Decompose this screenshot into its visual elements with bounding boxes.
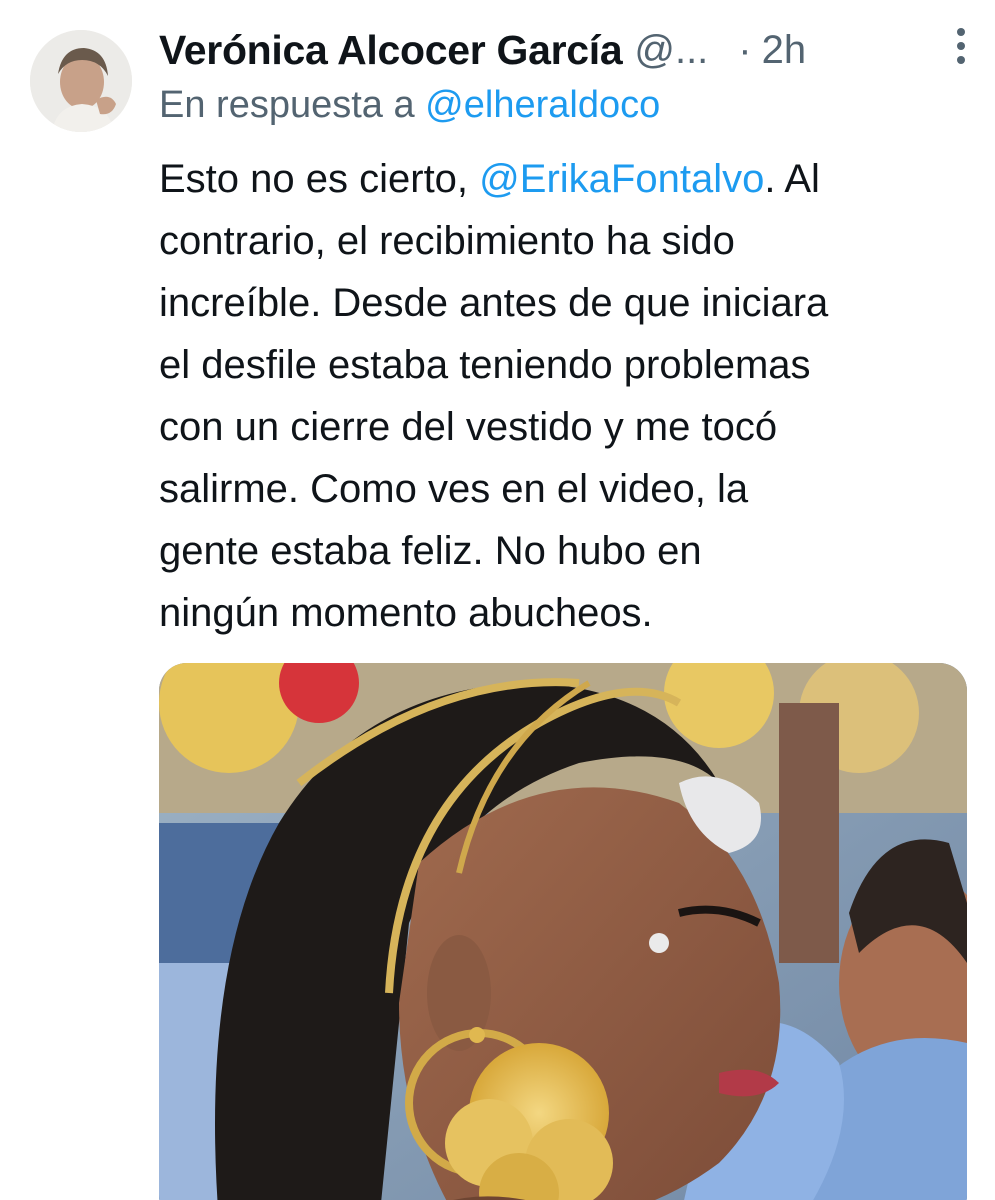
- timestamp[interactable]: 2h: [762, 28, 807, 73]
- tweet-line: salirme. Como ves en el video, la: [159, 467, 749, 511]
- author-handle[interactable]: @...: [634, 28, 708, 73]
- line-prefix: Esto no es cierto,: [159, 157, 469, 201]
- reply-to-link[interactable]: @elheraldoco: [425, 84, 660, 126]
- tweet-text: Esto no es cierto, @ErikaFontalvo. Al co…: [159, 148, 979, 644]
- reply-context: En respuesta a @elheraldoco: [159, 84, 660, 127]
- video-thumbnail[interactable]: [159, 663, 967, 1200]
- tweet-line: gente estaba feliz. No hubo en: [159, 529, 702, 573]
- tweet-line: el desfile estaba teniendo problemas: [159, 343, 811, 387]
- tweet-line: contrario, el recibimiento ha sido: [159, 219, 735, 263]
- reply-prefix: En respuesta a: [159, 84, 415, 126]
- separator-dot: ·: [738, 27, 752, 72]
- tweet-line: Esto no es cierto, @ErikaFontalvo. Al: [159, 148, 979, 210]
- tweet[interactable]: Verónica Alcocer García @... · 2h En res…: [0, 0, 995, 1200]
- author-name[interactable]: Verónica Alcocer García: [159, 27, 623, 74]
- more-vertical-icon[interactable]: [941, 16, 981, 76]
- tweet-line: ningún momento abucheos.: [159, 591, 653, 635]
- avatar[interactable]: [30, 30, 132, 132]
- tweet-line: increíble. Desde antes de que iniciara: [159, 281, 829, 325]
- line-suffix: . Al: [764, 157, 820, 201]
- tweet-header: Verónica Alcocer García @... · 2h: [159, 20, 975, 80]
- tweet-line: con un cierre del vestido y me tocó: [159, 405, 778, 449]
- mention-link[interactable]: @ErikaFontalvo: [479, 157, 764, 201]
